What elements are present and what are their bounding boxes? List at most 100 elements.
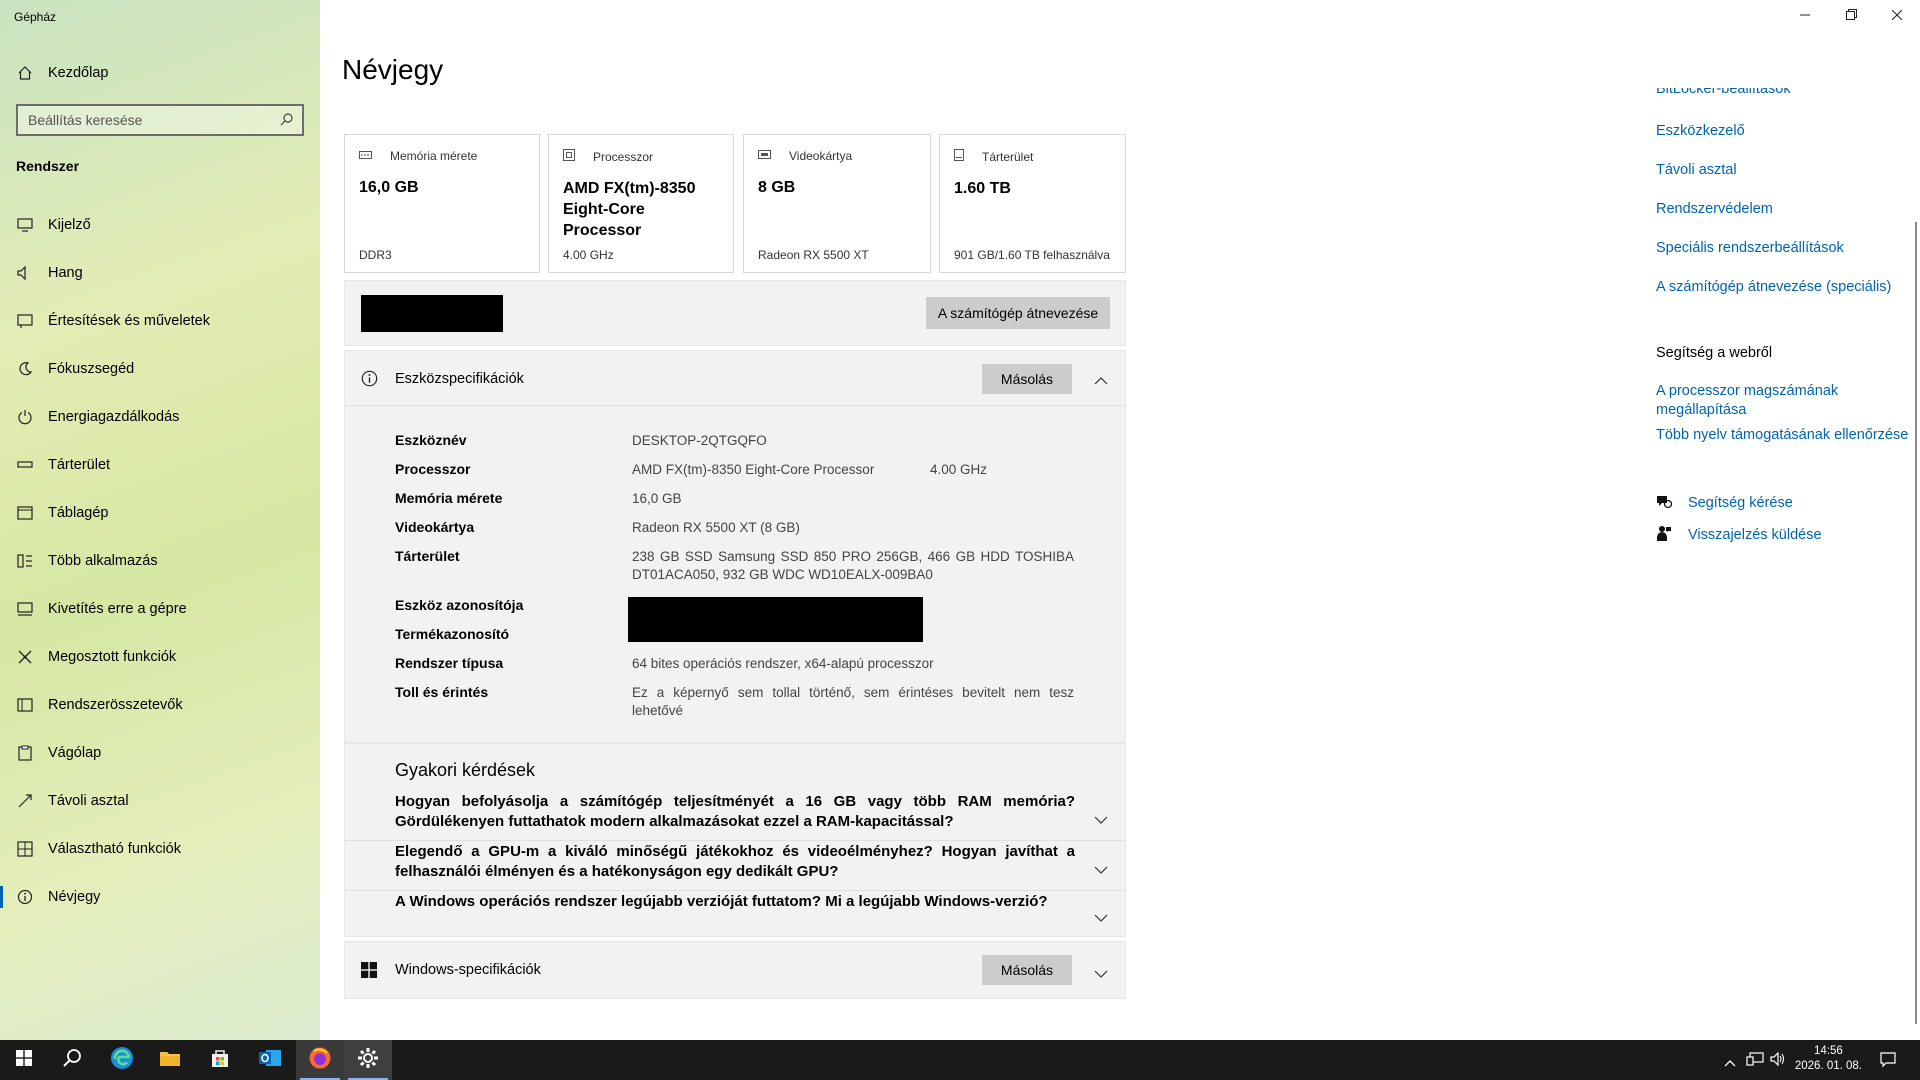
related-links-clipped: BitLocker-beállítások — [1656, 88, 1791, 98]
spec-label: Rendszer típusa — [395, 655, 504, 671]
sidebar-item-vagolap[interactable]: Vágólap — [0, 730, 320, 776]
search-icon[interactable] — [280, 112, 294, 129]
copy-device-specs-button[interactable]: Másolás — [982, 364, 1072, 394]
send-feedback-link[interactable]: Visszajelzés küldése — [1688, 526, 1822, 545]
rename-pc-button[interactable]: A számítógép átnevezése — [926, 297, 1110, 329]
chevron-up-icon[interactable] — [1094, 372, 1108, 390]
sidebar-item-valaszthato[interactable]: Választható funkciók — [0, 826, 320, 872]
spec-label: Memória mérete — [395, 490, 503, 506]
restore-icon — [1845, 7, 1857, 25]
sidebar-item-megosztott[interactable]: Megosztott funkciók — [0, 634, 320, 680]
sidebar-item-energia[interactable]: Energiagazdálkodás — [0, 394, 320, 440]
tablet-icon — [14, 506, 36, 520]
sidebar-item-tobb-alkalmazas[interactable]: Több alkalmazás — [0, 538, 320, 584]
chevron-up-icon[interactable] — [1724, 1054, 1736, 1072]
faq-question[interactable]: A Windows operációs rendszer legújabb ve… — [395, 892, 1075, 912]
faq-title: Gyakori kérdések — [395, 760, 536, 780]
sidebar-item-hang[interactable]: Hang — [0, 250, 320, 296]
card-value: 16,0 GB — [359, 179, 419, 196]
sidebar-item-tablagep[interactable]: Táblagép — [0, 490, 320, 536]
spec-value: 238 GB SSD Samsung SSD 850 PRO 256GB, 46… — [632, 549, 1074, 582]
card-header: Tárterület — [982, 149, 1034, 164]
copy-windows-specs-button[interactable]: Másolás — [982, 955, 1072, 985]
clock-date: 2026. 01. 08. — [1794, 1060, 1862, 1072]
sidebar-item-ertesitesek[interactable]: Értesítések és műveletek — [0, 298, 320, 344]
spec-label: Processzor — [395, 461, 471, 477]
sidebar-item-nevjegy[interactable]: Névjegy — [0, 874, 320, 920]
sidebar-item-label: Távoli asztal — [48, 793, 129, 809]
minimize-button[interactable] — [1782, 0, 1828, 32]
start-button[interactable] — [0, 1040, 48, 1080]
restore-button[interactable] — [1828, 0, 1874, 32]
get-help-link[interactable]: Segítség kérése — [1688, 494, 1793, 513]
minimize-icon — [1800, 7, 1810, 25]
gpu-card: Videokártya 8 GB Radeon RX 5500 XT — [743, 134, 931, 273]
related-link[interactable]: A számítógép átnevezése (speciális) — [1656, 278, 1891, 297]
help-chat-icon — [1655, 494, 1673, 515]
close-icon — [1891, 7, 1903, 25]
monitor-icon — [14, 218, 36, 232]
sidebar-item-tarterulet[interactable]: Tárterület — [0, 442, 320, 488]
gpu-icon — [758, 149, 780, 163]
taskbar-firefox[interactable] — [296, 1040, 344, 1080]
chevron-down-icon[interactable] — [1094, 910, 1108, 928]
taskbar-settings[interactable] — [344, 1040, 392, 1080]
outlook-icon — [258, 1047, 282, 1074]
related-link[interactable]: BitLocker-beállítások — [1656, 88, 1791, 98]
taskbar-search-button[interactable] — [48, 1040, 96, 1080]
taskbar: 14:56 2026. 01. 08. — [0, 1040, 1920, 1080]
web-help-link[interactable]: Több nyelv támogatásának ellenőrzése — [1656, 426, 1908, 445]
storage-icon — [14, 460, 36, 470]
section-title: Rendszer — [16, 158, 80, 174]
scrollbar[interactable] — [1915, 222, 1917, 1024]
sidebar-item-tavoli-asztal[interactable]: Távoli asztal — [0, 778, 320, 824]
search-box[interactable] — [16, 104, 304, 136]
remote-icon — [14, 793, 36, 809]
info-icon — [14, 889, 36, 905]
storage-card: Tárterület 1.60 TB 901 GB/1.60 TB felhas… — [939, 134, 1126, 273]
speaker-icon — [14, 266, 36, 280]
sidebar-item-label: Vágólap — [48, 745, 102, 761]
related-link[interactable]: Távoli asztal — [1656, 161, 1737, 180]
sidebar-item-label: Több alkalmazás — [48, 553, 158, 569]
taskbar-file-explorer[interactable] — [146, 1040, 194, 1080]
faq-question[interactable]: Elegendő a GPU-m a kiváló minőségű játék… — [395, 842, 1075, 882]
divider — [344, 890, 1126, 891]
taskbar-edge[interactable] — [98, 1040, 146, 1080]
chevron-down-icon[interactable] — [1094, 862, 1108, 880]
chevron-down-icon[interactable] — [1094, 966, 1108, 984]
sidebar-item-rendszerosszetevok[interactable]: Rendszerösszetevők — [0, 682, 320, 728]
moon-icon — [14, 361, 36, 377]
close-button[interactable] — [1874, 0, 1920, 32]
power-icon — [14, 409, 36, 425]
search-input[interactable] — [28, 112, 278, 128]
sidebar-item-kijelzo[interactable]: Kijelző — [0, 202, 320, 248]
volume-icon[interactable] — [1770, 1051, 1786, 1071]
taskbar-outlook[interactable] — [246, 1040, 294, 1080]
sidebar-item-fokuszsegedd[interactable]: Fókuszsegéd — [0, 346, 320, 392]
sidebar-item-kivetites[interactable]: Kivetítés erre a gépre — [0, 586, 320, 632]
redacted-device-name — [361, 295, 503, 332]
spec-value: DESKTOP-2QTGQFO — [632, 433, 767, 448]
spec-label: Eszköz azonosítója — [395, 597, 524, 613]
faq-question[interactable]: Hogyan befolyásolja a számítógép teljesí… — [395, 792, 1075, 832]
related-link[interactable]: Speciális rendszerbeállítások — [1656, 239, 1844, 258]
sidebar-item-home[interactable]: Kezdőlap — [0, 50, 320, 96]
notification-icon — [14, 314, 36, 328]
clock[interactable]: 14:56 2026. 01. 08. — [1795, 1044, 1862, 1074]
web-help-link[interactable]: A processzor magszámának megállapítása — [1656, 382, 1876, 420]
related-link[interactable]: Eszközkezelő — [1656, 122, 1745, 141]
home-icon — [14, 65, 36, 81]
chevron-down-icon[interactable] — [1094, 812, 1108, 830]
spec-value: 64 bites operációs rendszer, x64-alapú p… — [632, 656, 934, 671]
project-icon — [14, 602, 36, 616]
taskbar-store[interactable] — [196, 1040, 244, 1080]
related-link[interactable]: Rendszervédelem — [1656, 200, 1773, 219]
card-value: 1.60 TB — [954, 180, 1011, 197]
memory-card: Memória mérete 16,0 GB DDR3 — [344, 134, 540, 273]
sidebar-item-label: Fókuszsegéd — [48, 361, 135, 377]
network-icon[interactable] — [1746, 1052, 1764, 1071]
clipboard-icon — [14, 745, 36, 761]
action-center-icon[interactable] — [1880, 1052, 1896, 1073]
store-icon — [210, 1048, 230, 1073]
